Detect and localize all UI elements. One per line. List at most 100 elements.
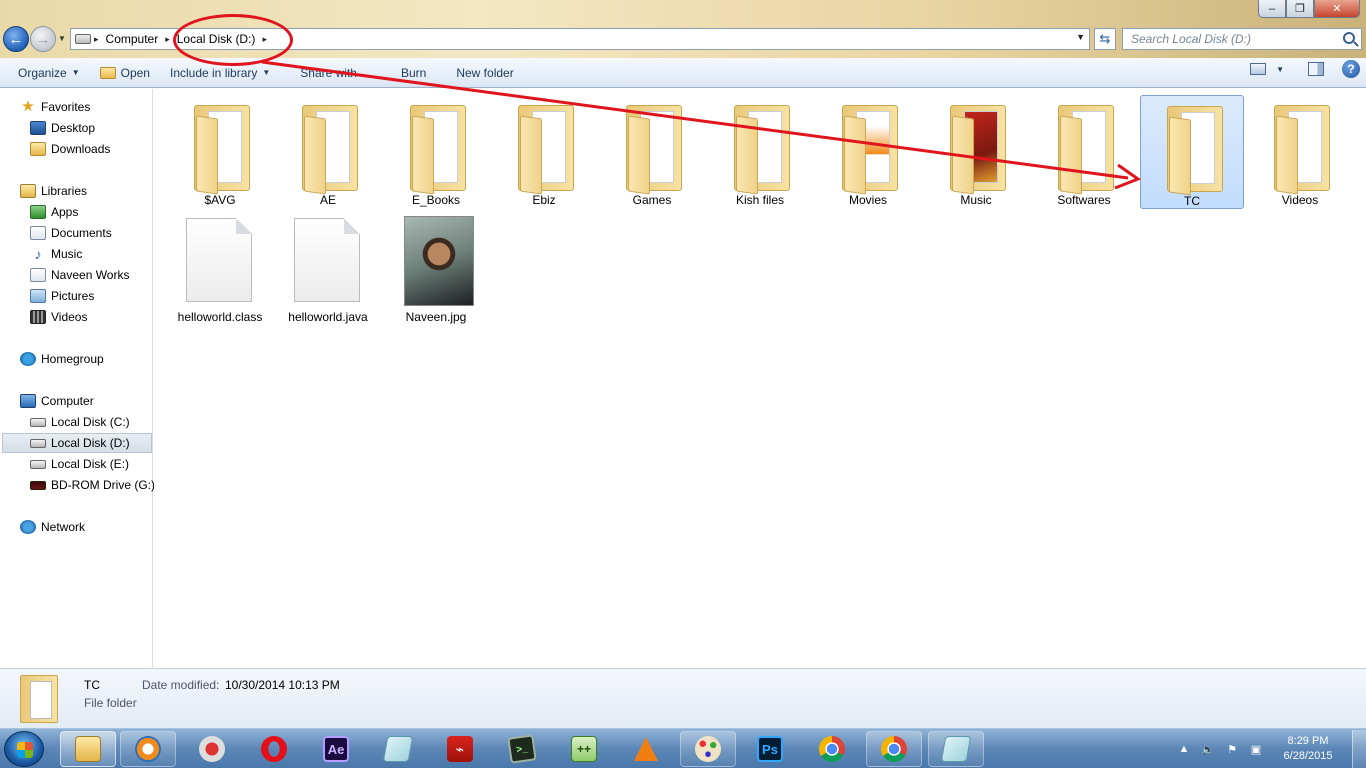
start-button[interactable]: [4, 731, 44, 767]
nav-desktop[interactable]: Desktop: [30, 118, 95, 138]
nav-computer[interactable]: Computer: [20, 391, 94, 411]
close-button[interactable]: ✕: [1314, 0, 1360, 18]
nav-label: Libraries: [41, 184, 88, 198]
folder-item[interactable]: Movies: [816, 95, 920, 209]
scissors-icon: [199, 736, 225, 762]
new-folder-button[interactable]: New folder: [436, 60, 523, 86]
maximize-button[interactable]: ❐: [1286, 0, 1314, 18]
nav-music[interactable]: ♪ Music: [30, 244, 83, 264]
nav-network[interactable]: Network: [20, 517, 85, 537]
folder-item[interactable]: Kish files: [708, 95, 812, 209]
opera-icon: [261, 736, 287, 762]
folder-item-selected[interactable]: TC: [1140, 95, 1244, 209]
taskbar-explorer[interactable]: [60, 731, 116, 767]
nav-local-disk-e[interactable]: Local Disk (E:): [30, 454, 129, 474]
nav-label: Homegroup: [41, 352, 104, 366]
vlc-cone-icon: [634, 737, 658, 761]
nav-local-disk-c[interactable]: Local Disk (C:): [30, 412, 130, 432]
nav-local-disk-d[interactable]: Local Disk (D:): [2, 433, 152, 453]
nav-label: Local Disk (D:): [51, 436, 130, 450]
breadcrumb-computer[interactable]: Computer: [102, 29, 163, 49]
drive-icon: [75, 34, 91, 44]
folder-item[interactable]: Games: [600, 95, 704, 209]
folder-item[interactable]: Music: [924, 95, 1028, 209]
organize-button[interactable]: Organize ▼: [0, 60, 90, 86]
taskbar-adobe-reader[interactable]: ⌁: [432, 731, 488, 767]
taskbar-snipping-tool[interactable]: [184, 731, 240, 767]
nav-downloads[interactable]: Downloads: [30, 139, 110, 159]
forward-button[interactable]: →: [30, 26, 56, 52]
taskbar-notepad-plus-plus[interactable]: ++: [556, 731, 612, 767]
taskbar-after-effects[interactable]: Ae: [308, 731, 364, 767]
clock-time: 8:29 PM: [1287, 735, 1329, 747]
folder-icon: [20, 675, 58, 723]
taskbar-media-player[interactable]: [120, 731, 176, 767]
taskbar-photoshop[interactable]: Ps: [742, 731, 798, 767]
nav-favorites[interactable]: ★ Favorites: [20, 97, 90, 117]
address-dropdown[interactable]: ▼: [1076, 32, 1085, 42]
share-with-button[interactable]: Share with: [280, 60, 367, 86]
taskbar-glass-app-2[interactable]: [928, 731, 984, 767]
file-icon: [294, 218, 360, 302]
nav-videos[interactable]: Videos: [30, 307, 87, 327]
chevron-down-icon[interactable]: ▼: [1276, 65, 1284, 74]
folder-item[interactable]: E_Books: [384, 95, 488, 209]
search-input[interactable]: Search Local Disk (D:): [1122, 28, 1362, 50]
nav-pictures[interactable]: Pictures: [30, 286, 94, 306]
taskbar-glass-app[interactable]: [370, 731, 426, 767]
refresh-button[interactable]: ⇆: [1094, 28, 1116, 50]
image-file-item[interactable]: Naveen.jpg: [384, 212, 488, 326]
folder-item[interactable]: Softwares: [1032, 95, 1136, 209]
show-hidden-icons-icon[interactable]: ▲: [1177, 742, 1191, 756]
volume-icon[interactable]: 🔈: [1201, 742, 1215, 756]
hard-drive-icon: [30, 417, 46, 427]
item-label: Ebiz: [532, 193, 556, 207]
folder-icon: [626, 103, 682, 195]
preview-pane-icon[interactable]: [1308, 62, 1324, 76]
new-folder-label: New folder: [456, 65, 514, 80]
nav-documents[interactable]: Documents: [30, 223, 112, 243]
taskbar-opera[interactable]: [246, 731, 302, 767]
back-button[interactable]: ←: [3, 26, 29, 52]
homegroup-icon: [20, 352, 36, 366]
action-center-flag-icon[interactable]: ⚑: [1225, 742, 1239, 756]
taskbar-paint[interactable]: [680, 731, 736, 767]
nav-apps[interactable]: Apps: [30, 202, 78, 222]
folder-item[interactable]: Ebiz: [492, 95, 596, 209]
folder-icon: [1058, 103, 1114, 195]
taskbar-chrome-app[interactable]: [866, 731, 922, 767]
change-view-icon[interactable]: [1250, 63, 1267, 75]
folder-item[interactable]: AE: [276, 95, 380, 209]
open-button[interactable]: Open: [90, 60, 160, 86]
folder-item[interactable]: $AVG: [168, 95, 272, 209]
folder-icon: [410, 103, 466, 195]
file-item[interactable]: helloworld.java: [276, 212, 380, 326]
taskbar-vlc[interactable]: [618, 731, 674, 767]
item-label: TC: [1184, 194, 1200, 208]
minimize-button[interactable]: –: [1258, 0, 1286, 18]
taskbar-chrome[interactable]: [804, 731, 860, 767]
nav-naveen-works[interactable]: Naveen Works: [30, 265, 129, 285]
nav-libraries[interactable]: Libraries: [20, 181, 87, 201]
organize-label: Organize: [18, 65, 67, 80]
taskbar-command-prompt[interactable]: >_: [494, 731, 550, 767]
chevron-down-icon: ▼: [262, 68, 271, 77]
help-icon[interactable]: ?: [1342, 60, 1360, 78]
show-desktop-button[interactable]: [1352, 730, 1366, 768]
nav-label: Computer: [41, 394, 94, 408]
nav-label: Videos: [51, 310, 88, 324]
breadcrumb-separator[interactable]: ▸: [162, 34, 173, 45]
pictures-icon: [30, 289, 46, 303]
clock[interactable]: 8:29 PM 6/28/2015: [1268, 734, 1348, 764]
search-icon[interactable]: [1343, 32, 1355, 44]
network-status-icon[interactable]: ▣: [1249, 742, 1263, 756]
nav-label: Naveen Works: [51, 268, 130, 282]
folder-item[interactable]: Videos: [1248, 95, 1352, 209]
file-item[interactable]: helloworld.class: [168, 212, 272, 326]
chevron-down-icon: ▼: [71, 68, 80, 77]
breadcrumb-separator[interactable]: ▸: [91, 34, 102, 45]
nav-bd-rom-drive[interactable]: BD-ROM Drive (G:): [30, 475, 155, 495]
nav-homegroup[interactable]: Homegroup: [20, 349, 104, 369]
burn-button[interactable]: Burn: [367, 60, 436, 86]
recent-pages-dropdown[interactable]: ▼: [58, 34, 68, 44]
